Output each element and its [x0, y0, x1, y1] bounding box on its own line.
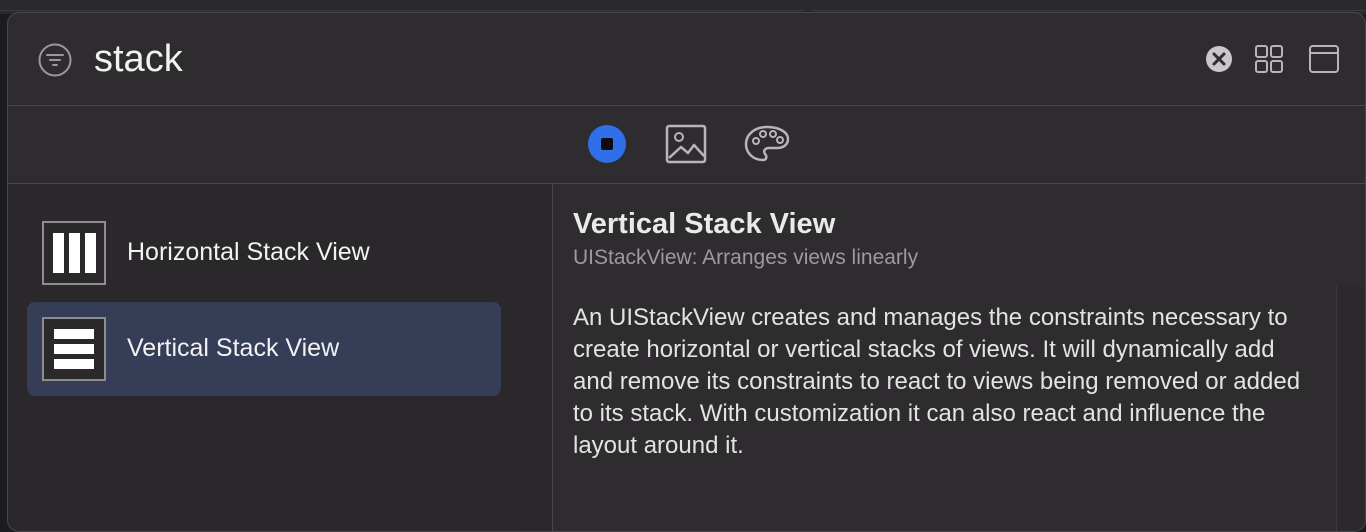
detail-title: Vertical Stack View	[573, 208, 836, 240]
stop-square-icon	[588, 125, 626, 163]
grid-view-icon[interactable]	[1253, 43, 1285, 75]
search-input[interactable]	[94, 35, 994, 83]
list-item-label: Vertical Stack View	[127, 334, 340, 362]
library-segment-bar	[8, 105, 1365, 184]
image-icon	[665, 124, 707, 164]
list-item-vertical-stack-view[interactable]: Vertical Stack View	[27, 302, 501, 396]
media-tab[interactable]	[664, 123, 708, 165]
detail-scrollbar[interactable]	[1336, 286, 1365, 531]
detail-pane: Vertical Stack View UIStackView: Arrange…	[553, 184, 1365, 531]
search-bar	[8, 13, 1365, 106]
clear-icon[interactable]	[1203, 43, 1235, 75]
library-list: Horizontal Stack View Vertical Stack Vie…	[8, 184, 523, 531]
window-layout-icon[interactable]	[1308, 43, 1340, 75]
detail-description: An UIStackView creates and manages the c…	[573, 304, 1301, 459]
objects-tab[interactable]	[585, 123, 629, 165]
background-toolbar-segment	[0, 0, 805, 11]
colors-tab[interactable]	[743, 123, 790, 165]
pane-divider[interactable]	[522, 184, 553, 531]
list-item-horizontal-stack-view[interactable]: Horizontal Stack View	[27, 206, 501, 300]
library-panel: Horizontal Stack View Vertical Stack Vie…	[7, 12, 1366, 532]
list-item-label: Horizontal Stack View	[127, 238, 370, 266]
filter-icon[interactable]	[38, 43, 72, 77]
vertical-stack-icon	[42, 317, 106, 381]
horizontal-stack-icon	[42, 221, 106, 285]
palette-icon	[744, 125, 790, 162]
background-toolbar-segment	[812, 0, 1366, 11]
detail-subtitle: UIStackView: Arranges views linearly	[573, 246, 919, 269]
